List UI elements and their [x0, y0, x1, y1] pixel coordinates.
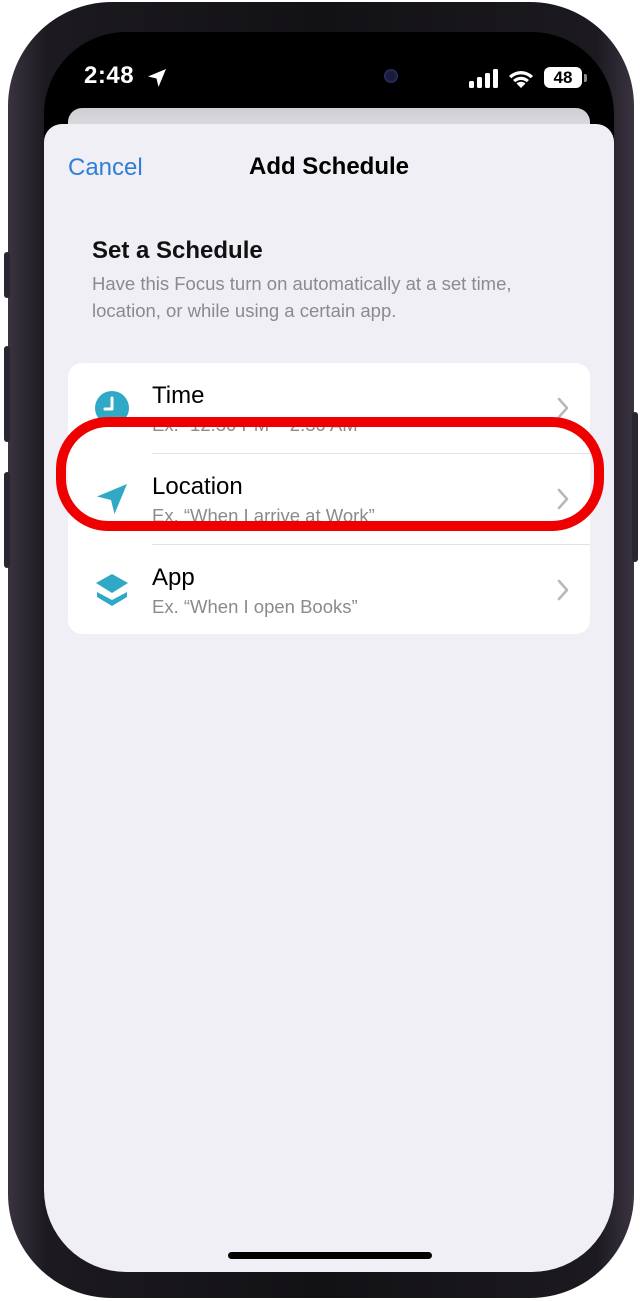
option-title: Time — [152, 382, 205, 409]
phone-screen: 2:48 48 Cancel Add Schedule Set a Schedu… — [44, 32, 614, 1272]
location-arrow-icon — [97, 484, 127, 514]
cellular-signal-icon — [469, 69, 498, 88]
option-subtitle: Ex. “12:30 PM – 2:30 AM” — [152, 414, 364, 435]
section-heading: Set a Schedule — [92, 237, 263, 264]
option-title: Location — [152, 473, 243, 500]
schedule-options-list: Time Ex. “12:30 PM – 2:30 AM” Location E… — [68, 363, 590, 634]
front-camera — [384, 69, 398, 83]
power-button — [632, 412, 638, 562]
clock-icon — [95, 391, 129, 425]
status-time: 2:48 — [84, 62, 135, 89]
add-schedule-sheet: Cancel Add Schedule Set a Schedule Have … — [44, 124, 614, 1272]
sheet-title: Add Schedule — [248, 153, 410, 180]
option-location[interactable]: Location Ex. “When I arrive at Work” — [68, 454, 590, 544]
status-bar: 2:48 48 — [44, 32, 614, 112]
chevron-right-icon — [557, 579, 569, 601]
option-time[interactable]: Time Ex. “12:30 PM – 2:30 AM” — [68, 363, 590, 453]
stack-layers-icon — [96, 574, 128, 606]
location-arrow-icon — [148, 69, 166, 87]
option-title: App — [152, 564, 195, 591]
battery-indicator: 48 — [544, 67, 582, 88]
chevron-right-icon — [557, 397, 569, 419]
action-button — [4, 252, 10, 298]
battery-nub — [584, 74, 587, 82]
wifi-icon — [509, 71, 533, 88]
section-description: Have this Focus turn on automatically at… — [92, 273, 512, 321]
phone-frame: 2:48 48 Cancel Add Schedule Set a Schedu… — [4, 2, 638, 1298]
option-subtitle: Ex. “When I arrive at Work” — [152, 505, 375, 526]
volume-up-button — [4, 346, 10, 442]
option-subtitle: Ex. “When I open Books” — [152, 596, 358, 617]
option-app[interactable]: App Ex. “When I open Books” — [68, 545, 590, 634]
chevron-right-icon — [557, 488, 569, 510]
volume-down-button — [4, 472, 10, 568]
home-indicator[interactable] — [228, 1252, 432, 1259]
